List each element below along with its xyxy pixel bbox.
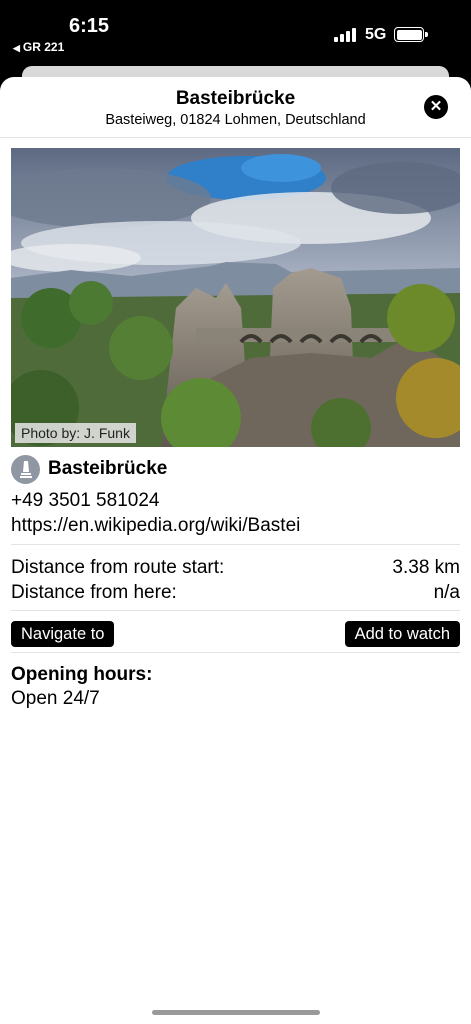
add-to-watch-button[interactable]: Add to watch — [344, 621, 460, 647]
header-divider — [0, 137, 471, 138]
status-time: 6:15 — [69, 15, 110, 37]
bastei-landscape-image — [11, 148, 460, 447]
status-bar: 6:15 ◀ GR 221 5G — [0, 0, 471, 66]
divider — [11, 544, 460, 545]
distance-here-value: n/a — [433, 582, 460, 603]
poi-header: Basteibrücke — [11, 454, 167, 484]
poi-website-link[interactable]: https://en.wikipedia.org/wiki/Bastei — [11, 515, 300, 537]
opening-hours-value: Open 24/7 — [11, 688, 100, 709]
signal-icon — [334, 28, 358, 42]
distance-route-label: Distance from route start: — [11, 557, 225, 578]
poi-phone-link[interactable]: +49 3501 581024 — [11, 490, 159, 512]
home-indicator[interactable] — [152, 1010, 320, 1015]
divider — [11, 652, 460, 653]
poi-detail-sheet: Basteibrücke Basteiweg, 01824 Lohmen, De… — [0, 77, 471, 1024]
monument-icon — [11, 454, 40, 484]
sheet-title: Basteibrücke — [175, 88, 296, 109]
distance-here-label: Distance from here: — [11, 582, 177, 603]
divider — [11, 610, 460, 611]
close-icon: ✕ — [429, 98, 443, 115]
back-to-app-link[interactable]: ◀ GR 221 — [13, 40, 64, 54]
photo-credit: Photo by: J. Funk — [15, 423, 136, 443]
back-arrow-icon: ◀ — [13, 43, 20, 53]
close-button[interactable]: ✕ — [424, 95, 448, 119]
sheet-address: Basteiweg, 01824 Lohmen, Deutschland — [105, 112, 366, 128]
poi-photo: Photo by: J. Funk — [11, 148, 460, 447]
distance-route-value: 3.38 km — [392, 557, 460, 578]
network-type: 5G — [365, 26, 387, 43]
navigate-to-button[interactable]: Navigate to — [11, 621, 115, 647]
opening-hours-title: Opening hours: — [11, 664, 153, 685]
battery-icon — [394, 27, 428, 42]
poi-name: Basteibrücke — [48, 458, 168, 479]
back-app-label: GR 221 — [22, 40, 65, 54]
